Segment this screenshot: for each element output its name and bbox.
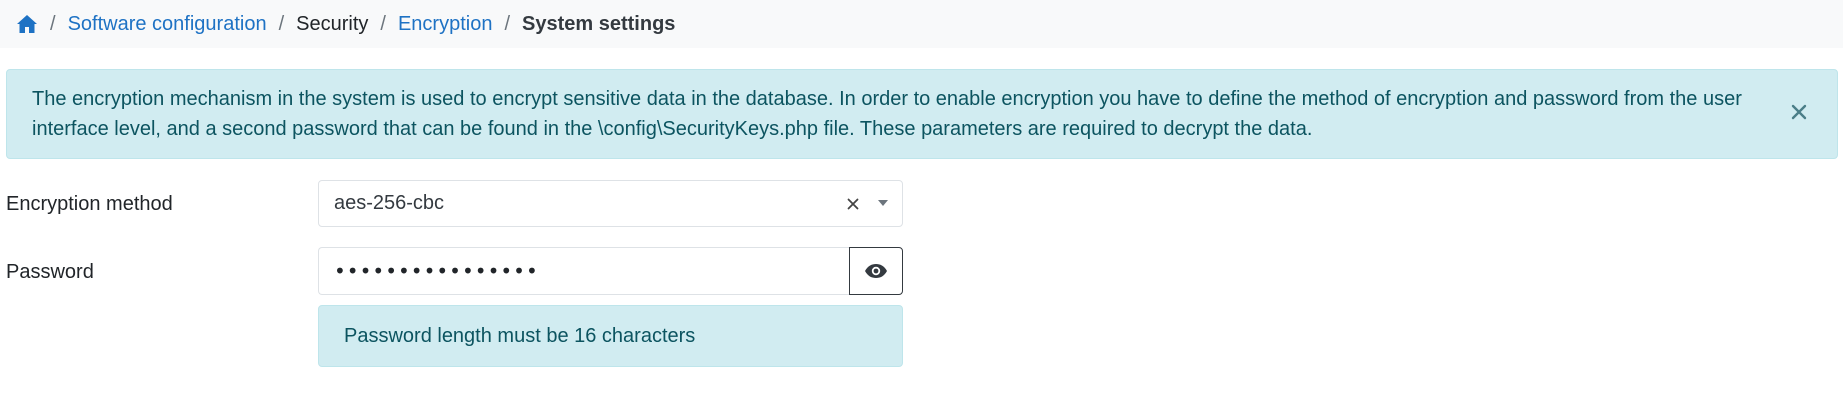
breadcrumb-separator: / [50,12,56,35]
chevron-down-icon[interactable] [878,200,888,206]
home-icon[interactable] [16,14,38,34]
breadcrumb-separator: / [504,12,511,35]
info-alert-text: The encryption mechanism in the system i… [32,88,1742,140]
breadcrumb: / Software configuration / Security / En… [0,0,1843,48]
breadcrumb-separator: / [380,12,386,35]
clear-icon[interactable] [844,194,862,214]
breadcrumb-separator: / [278,12,285,35]
eye-icon[interactable] [849,247,903,295]
breadcrumb-encryption[interactable]: Encryption [398,13,493,36]
password-hint: Password length must be 16 characters [318,305,903,367]
breadcrumb-system-settings: System settings [522,12,676,35]
encryption-method-label: Encryption method [6,193,173,215]
password-label: Password [6,261,94,283]
password-input-group [318,247,903,295]
encryption-method-value: aes-256-cbc [334,192,445,214]
close-icon[interactable] [1787,100,1811,124]
encryption-method-select[interactable]: aes-256-cbc [318,180,903,227]
password-input[interactable] [318,247,849,295]
breadcrumb-security: Security [296,12,369,35]
breadcrumb-software-configuration[interactable]: Software configuration [68,13,267,36]
info-alert: The encryption mechanism in the system i… [6,69,1838,159]
password-hint-text: Password length must be 16 characters [344,324,696,347]
